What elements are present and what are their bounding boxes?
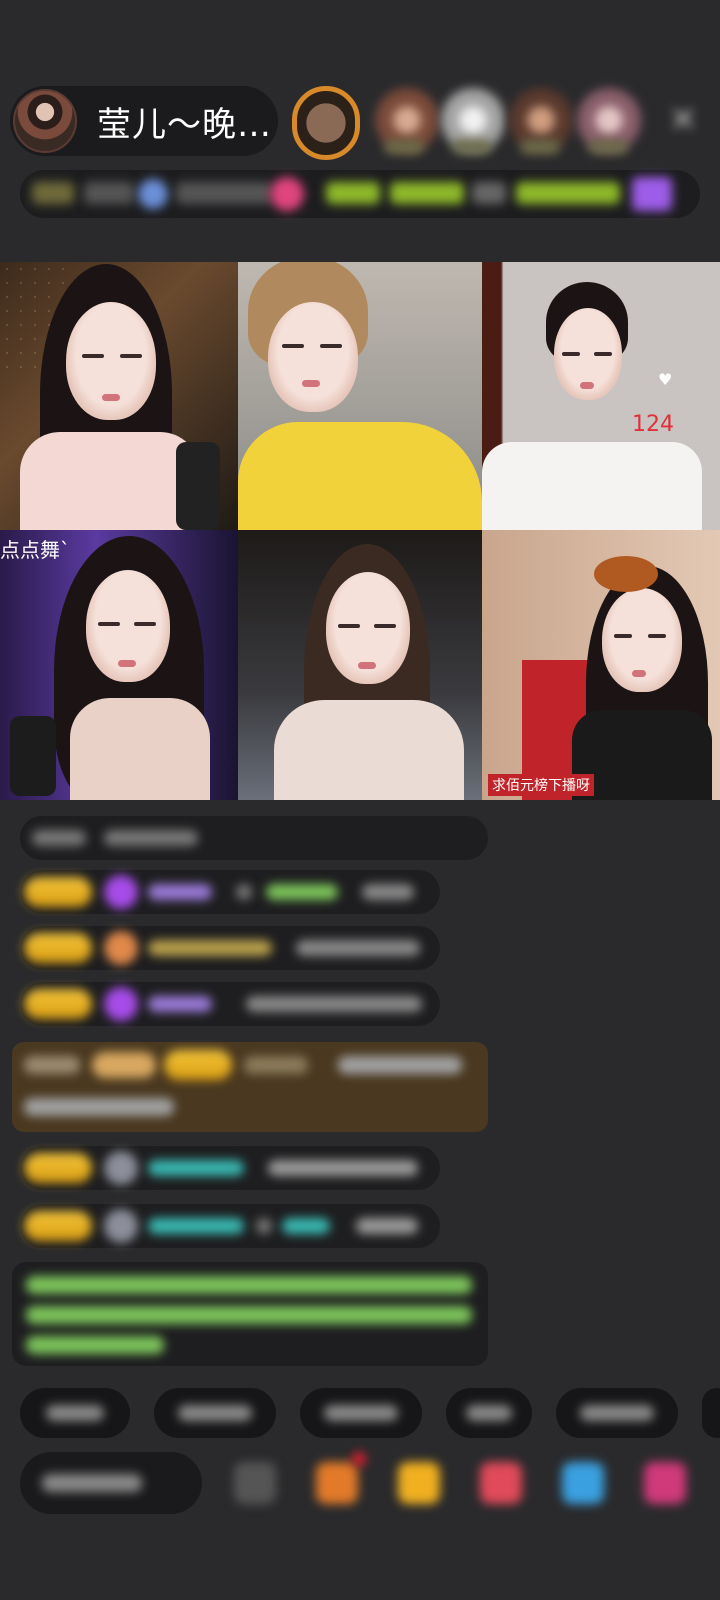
user-avatar [104,1151,138,1185]
chat-text [26,1306,472,1324]
tile-overlay-text: 点点舞` [0,538,70,562]
host-info-pill[interactable]: 莹儿～晚… [10,86,278,156]
chat-message[interactable] [20,870,440,914]
treasure-icon[interactable] [398,1462,440,1504]
quick-reply-button[interactable] [702,1388,720,1438]
chat-user [148,1160,244,1176]
stream-tile-4[interactable]: 点点舞` [0,530,238,800]
viewer-badge [520,140,560,154]
chat-text [26,1276,472,1294]
chat-text [26,1336,164,1354]
quick-reply-button[interactable] [446,1388,532,1438]
chat-user [244,1056,308,1074]
chat-text [24,1056,80,1074]
gem-icon [104,875,138,909]
chat-text [32,830,86,846]
stream-tile-6[interactable]: 求佰元榜下播呀 [482,530,720,800]
lips-icon[interactable] [480,1462,522,1504]
level-badge [24,877,92,907]
chat-input-placeholder [42,1474,142,1492]
chat-message[interactable] [20,982,440,1026]
quick-reply-label [324,1405,398,1421]
info-text [84,182,134,204]
quick-reply-label [466,1405,512,1421]
chat-message[interactable] [20,1204,440,1248]
info-tag [390,182,464,204]
chat-text [356,1218,418,1234]
chat-bubble-icon[interactable] [562,1462,604,1504]
quick-reply-button[interactable] [300,1388,422,1438]
info-tag [326,182,380,204]
stream-tile-3[interactable]: 124 ♥ [482,262,720,530]
gem-icon [104,987,138,1021]
viewer-badge [384,140,424,154]
level-badge [164,1050,232,1080]
quick-reply-label [46,1405,104,1421]
gift-icon [632,177,672,211]
tile-overlay-number: 124 [632,412,674,437]
level-badge [92,1052,156,1078]
chat-user [148,996,212,1012]
chat-user [148,884,212,900]
level-badge [24,1211,92,1241]
hot-icon [270,177,304,211]
quick-reply-button[interactable] [556,1388,678,1438]
chat-user [266,884,338,900]
chat-user [282,1218,330,1234]
chat-text [338,1056,462,1074]
level-badge [24,933,92,963]
gift-icon[interactable] [644,1462,686,1504]
viewer-avatar[interactable] [292,86,360,160]
chat-text [104,830,198,846]
viewer-badge [588,140,628,154]
chat-text [268,1160,418,1176]
chat-highlight-message[interactable] [12,1042,488,1132]
chat-text [24,1098,174,1116]
chat-text [256,1218,272,1234]
host-name: 莹儿～晚… [97,104,272,145]
stream-tile-2[interactable] [238,262,482,530]
gift-box-icon[interactable] [316,1462,358,1504]
chat-input[interactable] [20,1452,202,1514]
room-info-bar[interactable] [20,170,700,218]
stream-tile-1[interactable] [0,262,238,530]
stream-tile-5[interactable] [238,530,482,800]
level-badge [24,1153,92,1183]
chat-message[interactable] [20,1146,440,1190]
close-icon[interactable]: ✕ [665,102,701,138]
chat-text [296,940,420,956]
chat-text [236,884,252,900]
chat-user [148,940,272,956]
system-notice-message[interactable] [12,1262,488,1366]
info-tag [516,182,620,204]
quick-reply-label [178,1405,252,1421]
info-text [472,182,506,204]
chat-user [148,1218,244,1234]
rank-icon [138,179,168,209]
quick-reply-label [580,1405,654,1421]
chat-message[interactable] [20,926,440,970]
chat-text [246,996,422,1012]
user-avatar [104,1209,138,1243]
heart-icon: ♥ [658,370,673,389]
level-badge [32,182,74,204]
viewer-badge [452,140,492,154]
host-avatar[interactable] [13,89,77,153]
emoji-icon[interactable] [234,1462,276,1504]
quick-reply-button[interactable] [20,1388,130,1438]
notification-dot [352,1452,366,1466]
chat-text [362,884,414,900]
gem-icon [104,931,138,965]
video-grid: 124 ♥ 点点舞` 求佰元榜下播呀 [0,262,720,800]
quick-reply-button[interactable] [154,1388,276,1438]
level-badge [24,989,92,1019]
chat-message[interactable] [20,816,488,860]
tile-overlay-text: 求佰元榜下播呀 [488,774,594,796]
info-text [176,182,272,204]
